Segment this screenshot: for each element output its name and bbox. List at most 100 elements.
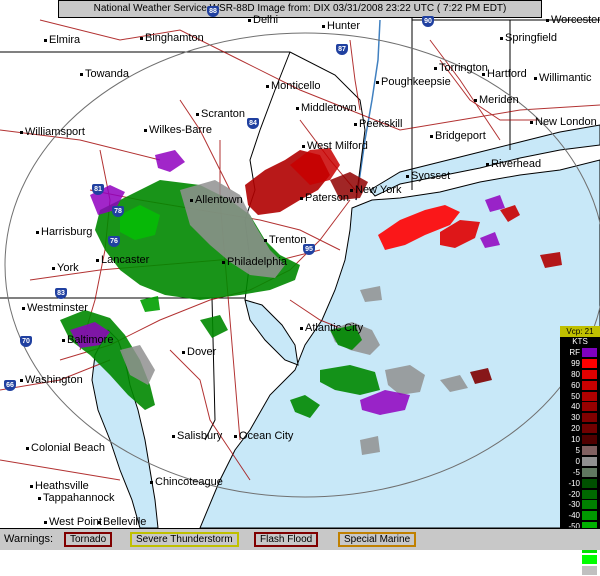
legend-label: 40	[571, 402, 580, 412]
city-label: New York	[350, 184, 401, 196]
legend-label: 60	[571, 380, 580, 390]
flash-flood-warning-button[interactable]: Flash Flood	[254, 532, 319, 547]
city-label: New London	[530, 116, 597, 128]
legend-swatch	[582, 424, 597, 434]
city-label: Lancaster	[96, 254, 149, 266]
legend-row: -5	[560, 467, 600, 478]
city-label: Monticello	[266, 80, 321, 92]
legend-label: -99	[568, 554, 580, 564]
legend-row: 20	[560, 423, 600, 434]
city-label: Philadelphia	[222, 256, 287, 268]
city-label: Williamsport	[20, 126, 85, 138]
city-label: Allentown	[190, 194, 243, 206]
legend-row: RF	[560, 347, 600, 358]
tornado-warning-button[interactable]: Tornado	[64, 532, 113, 547]
legend-label: ND	[568, 565, 580, 575]
radar-title-bar: National Weather Service WSR-88D Image f…	[58, 0, 542, 18]
legend-label: 30	[571, 413, 580, 423]
city-label: Colonial Beach	[26, 442, 105, 454]
city-label: Towanda	[80, 68, 129, 80]
city-label: Middletown	[296, 102, 357, 114]
legend-label: -40	[568, 511, 580, 521]
legend-label: -30	[568, 500, 580, 510]
city-label: Scranton	[196, 108, 245, 120]
legend-row: 80	[560, 369, 600, 380]
warnings-label: Warnings:	[4, 533, 54, 545]
legend-row: 99	[560, 358, 600, 369]
warnings-bar: Warnings: Tornado Severe Thunderstorm Fl…	[0, 528, 600, 550]
legend-label: RF	[569, 348, 580, 357]
legend-swatch	[582, 402, 597, 412]
city-label: Poughkeepsie	[376, 76, 451, 88]
legend-swatch	[582, 489, 597, 499]
city-label: Paterson	[300, 192, 349, 204]
city-label: Torrington	[434, 62, 488, 74]
city-label: Willimantic	[534, 72, 592, 84]
city-label: West Point	[44, 516, 102, 528]
legend-swatch	[582, 358, 597, 368]
legend-vcp: Vcp: 21	[560, 326, 600, 337]
velocity-legend: Vcp: 21 KTS RF 99 80 60 50 40 30 20 10 5 0 -5 -10 -20…	[560, 326, 600, 575]
severe-thunderstorm-warning-button[interactable]: Severe Thunderstorm	[130, 532, 239, 547]
city-label: Trenton	[264, 234, 307, 246]
legend-row: -99	[560, 554, 600, 565]
city-label: Elmira	[44, 34, 80, 46]
legend-row: 5	[560, 445, 600, 456]
city-label: Meriden	[474, 94, 519, 106]
legend-row: ND	[560, 565, 600, 576]
legend-swatch	[582, 554, 597, 564]
legend-row: -40	[560, 510, 600, 521]
legend-row: 30	[560, 412, 600, 423]
city-label: Salisbury	[172, 430, 222, 442]
legend-row: -10	[560, 478, 600, 489]
legend-row: 40	[560, 401, 600, 412]
legend-swatch	[582, 413, 597, 423]
city-label: Worcester	[546, 14, 600, 26]
legend-swatch	[582, 391, 597, 401]
legend-swatch	[582, 446, 597, 456]
legend-label: 10	[571, 435, 580, 445]
legend-swatch	[582, 380, 597, 390]
legend-row: 10	[560, 434, 600, 445]
city-label: York	[52, 262, 79, 274]
city-label: Baltimore	[62, 334, 113, 346]
legend-row: -30	[560, 499, 600, 510]
legend-swatch	[582, 467, 597, 477]
city-label: West Milford	[302, 140, 368, 152]
city-label: Harrisburg	[36, 226, 92, 238]
legend-swatch	[582, 565, 597, 575]
city-label: Bridgeport	[430, 130, 486, 142]
legend-label: -5	[572, 467, 580, 477]
legend-swatch	[582, 456, 597, 466]
legend-label: 0	[575, 456, 580, 466]
legend-label: 20	[571, 424, 580, 434]
city-label: Binghamton	[140, 32, 204, 44]
legend-label: -10	[568, 478, 580, 488]
city-label: Atlantic City	[300, 322, 363, 334]
city-label: Wilkes-Barre	[144, 124, 212, 136]
city-label: Ocean City	[234, 430, 293, 442]
legend-row: 50	[560, 391, 600, 402]
legend-swatch	[582, 478, 597, 488]
city-label: Riverhead	[486, 158, 541, 170]
legend-row: 60	[560, 380, 600, 391]
city-label: Dover	[182, 346, 216, 358]
city-label: Westminster	[22, 302, 88, 314]
special-marine-warning-button[interactable]: Special Marine	[338, 532, 417, 547]
legend-label: 99	[571, 358, 580, 368]
city-label: Belleville	[98, 516, 146, 528]
legend-label: -20	[568, 489, 580, 499]
city-label: Heathsville	[30, 480, 89, 492]
legend-label: 5	[575, 446, 580, 456]
city-label: Hunter	[322, 20, 360, 32]
legend-swatch	[582, 348, 597, 357]
legend-swatch	[582, 435, 597, 445]
city-label: Syosset	[406, 170, 450, 182]
city-label: Chincoteague	[150, 476, 223, 488]
legend-row: 0	[560, 456, 600, 467]
legend-units: KTS	[572, 337, 588, 346]
city-label: Washington	[20, 374, 83, 386]
legend-swatch	[582, 500, 597, 510]
legend-swatch	[582, 369, 597, 379]
legend-swatch	[582, 511, 597, 521]
